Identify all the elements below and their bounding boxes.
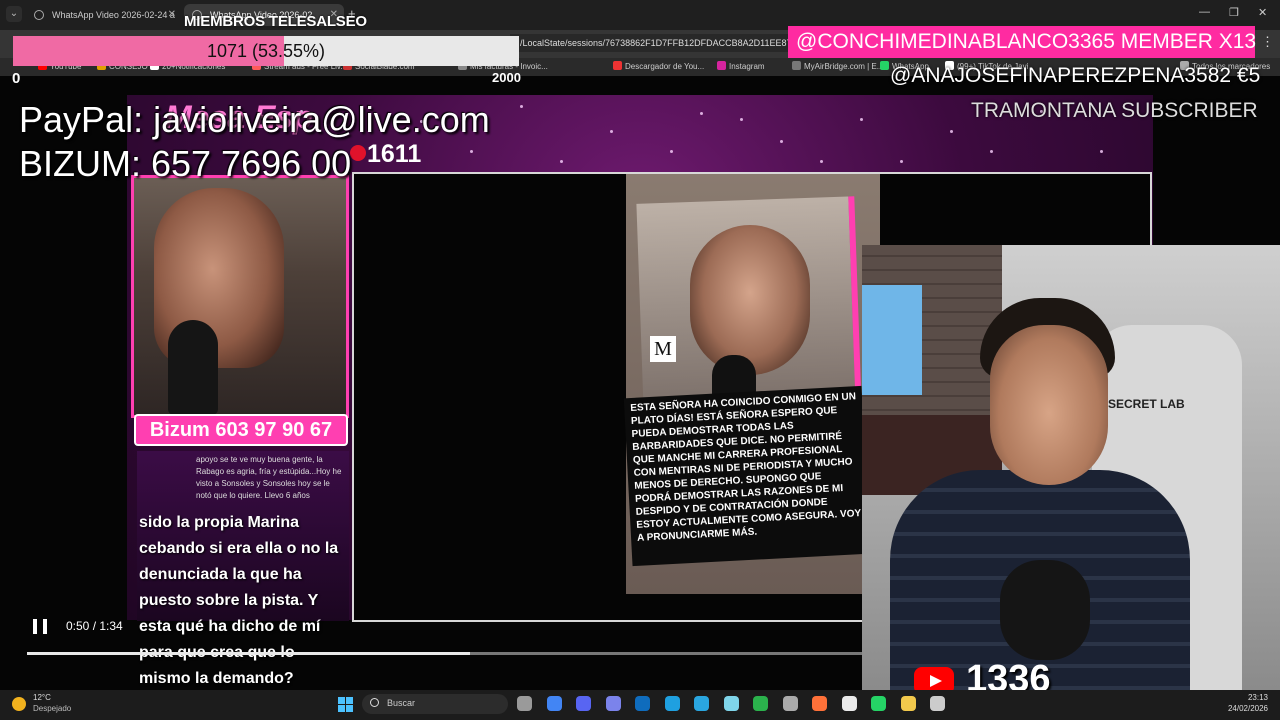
subscriber-alert: TRAMONTANA SUBSCRIBER [971,99,1258,122]
edge-icon[interactable] [664,696,680,711]
teams-icon[interactable] [605,696,621,711]
m-badge: M [650,336,676,362]
sparkle [1100,150,1103,153]
sparkle [470,150,473,153]
bookmark-icon [880,61,889,70]
bookmark-item[interactable]: MyAirBridge.com | E... [792,60,883,74]
bookmark-item[interactable]: Instagram [717,60,765,74]
member-alert-banner: @CONCHIMEDINABLANCO3365 MEMBER X13 [788,26,1256,58]
discord-icon[interactable] [576,696,591,711]
browser-tab-1[interactable]: WhatsApp Video 2026-02-24 a ✕ [26,4,182,26]
address-bar[interactable]: /LocalState/sessions/76738862F1D7FFB12DF… [510,34,790,52]
members-progress-text: 1071 (53.55%) [206,41,326,61]
globe-icon [34,10,44,20]
sparkle [780,140,783,143]
pause-button[interactable] [33,619,47,634]
comment-text: apoyo se te ve muy buena gente, la Rabag… [196,455,342,500]
sparkle [740,118,743,121]
seek-progress [27,652,470,655]
microphone-icon [1000,560,1090,660]
chrome-alt-icon[interactable] [841,696,857,711]
clock-time: 23:13 [1247,693,1268,702]
folder-icon[interactable] [900,696,916,711]
camtasia-icon[interactable] [753,696,768,711]
sparkle [700,112,703,115]
file-explorer-icon[interactable] [517,696,532,711]
outlook-icon[interactable] [635,696,650,711]
minimize-button[interactable]: — [1199,6,1210,18]
bookmark-item[interactable]: Descargador de You... [613,60,704,74]
live-dot-icon [350,145,366,161]
streamer-face [990,325,1108,485]
sparkle [560,160,563,163]
firefox-icon[interactable] [812,696,827,711]
members-progress-bar: 1071 (53.55%) [13,36,519,66]
sparkle [900,160,903,163]
statement-text: ESTA SEÑORA HA COINCIDO CONMIGO EN UN PL… [623,385,871,567]
weather-temperature: 12°C [33,693,51,702]
members-goal-title: MIEMBROS TELESALSEO [184,13,367,30]
bizum-info: BIZUM: 657 7696 00 [19,143,352,184]
donation-alert: @ANAJOSEFINAPEREZPENA3582 €5 [890,64,1261,87]
bookmark-icon [792,61,801,70]
search-icon [370,698,379,707]
pause-icon [33,619,37,634]
tab-search-button[interactable]: ⌄ [6,6,22,22]
more-icon[interactable]: ⋮ [1261,34,1274,50]
chrome-icon[interactable] [546,696,562,711]
tab-label: WhatsApp Video 2026-02-24 a [52,10,175,20]
settings-icon[interactable] [782,696,798,711]
weather-moon-icon[interactable] [12,697,26,711]
close-tab-icon[interactable]: ✕ [168,4,176,26]
whatsapp-icon[interactable] [871,696,886,711]
episode-number: 1611 [367,140,422,168]
bookmark-label: Instagram [729,62,765,71]
sparkle [860,118,863,121]
chair-brand-logo: SECRET LAB [1108,397,1185,411]
bookmark-label: Descargador de You... [625,62,705,71]
bookmark-icon [613,61,622,70]
subtitle-caption: sido la propia Marina cebando si era ell… [139,514,339,687]
clock-date: 24/02/2026 [1227,704,1268,713]
maximize-button[interactable]: ❐ [1229,6,1239,19]
bookmark-icon [717,61,726,70]
sparkle [950,130,953,133]
right-guest-image [690,225,810,375]
sparkle [820,160,823,163]
sparkle [670,150,673,153]
left-bizum-banner: Bizum 603 97 90 67 [134,414,348,446]
seek-bar[interactable] [27,652,862,655]
playback-time: 0:50 / 1:34 [66,619,123,633]
sparkle [610,130,613,133]
app2-icon[interactable] [930,696,945,711]
telegram-icon[interactable] [694,696,709,711]
weather-description: Despejado [33,704,72,713]
app-icon[interactable] [723,696,739,711]
sparkle [990,150,993,153]
progress-min-label: 0 [12,70,21,87]
sparkle [520,105,523,108]
bookmark-label: MyAirBridge.com | E... [804,62,884,71]
paypal-info: PayPal: javioliveira@live.com [19,99,490,140]
close-window-button[interactable]: ✕ [1258,6,1267,19]
progress-goal-label: 2000 [492,70,521,85]
microphone-icon [168,320,218,415]
windows-start-icon[interactable] [338,697,353,712]
search-placeholder: Buscar [387,698,416,708]
taskbar-search[interactable] [362,694,508,714]
